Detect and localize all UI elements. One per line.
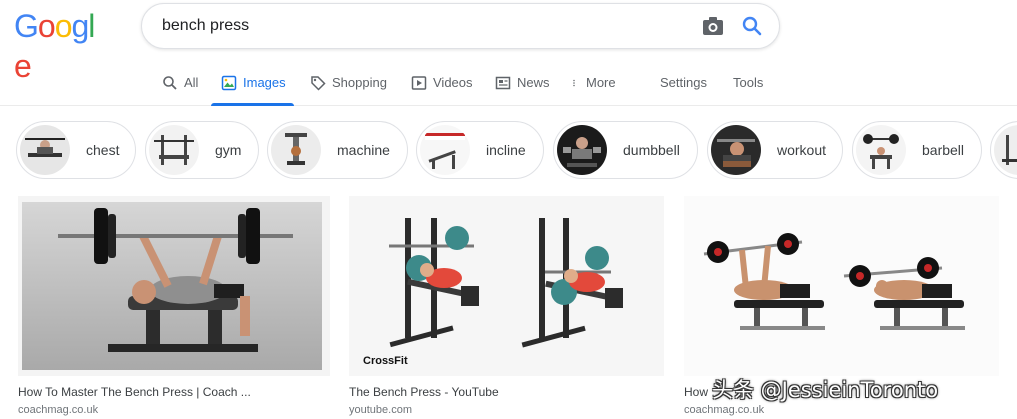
play-icon: [411, 75, 427, 90]
related-chips: chest gym machine incline dumbbell worko…: [0, 121, 1017, 181]
result-source[interactable]: coachmag.co.uk: [18, 404, 330, 416]
search-icon: [163, 75, 177, 90]
chip-thumbnail: [20, 125, 70, 175]
chip-chest[interactable]: chest: [16, 121, 136, 179]
search-box: [141, 3, 780, 49]
chip-thumbnail: [149, 125, 199, 175]
chip-thumbnail: [271, 125, 321, 175]
chip-label: dumbbell: [623, 142, 680, 158]
tab-shopping-label: Shopping: [332, 75, 387, 90]
camera-icon[interactable]: [700, 14, 726, 38]
chip-thumbnail: [557, 125, 607, 175]
news-icon: [495, 76, 511, 89]
google-logo[interactable]: Google: [14, 6, 110, 84]
tab-all-label: All: [184, 75, 199, 90]
tab-news-label: News: [517, 75, 550, 90]
bench-press-photo: [22, 202, 322, 370]
bench-press-illustration: CrossFit: [349, 196, 664, 376]
chip-label: workout: [777, 142, 827, 158]
search-tabs: All Images Shopping Videos News More Set…: [0, 60, 1017, 106]
tab-images-label: Images: [243, 75, 286, 90]
tab-more-label: More: [586, 75, 616, 90]
image-result[interactable]: How To Master The Bench Press | Coach ..…: [18, 196, 330, 416]
tag-icon: [311, 75, 326, 91]
image-icon: [221, 75, 237, 90]
result-source[interactable]: youtube.com: [349, 404, 664, 416]
tab-videos[interactable]: Videos: [411, 60, 473, 105]
chip-label: machine: [337, 142, 390, 158]
chip-incline[interactable]: incline: [416, 121, 544, 179]
image-result[interactable]: CrossFit The Bench Press - YouTube youtu…: [349, 196, 664, 416]
tab-videos-label: Videos: [433, 75, 473, 90]
chip-label: incline: [486, 142, 526, 158]
chip-label: barbell: [922, 142, 965, 158]
chip-gym[interactable]: gym: [145, 121, 259, 179]
chip-partial[interactable]: [990, 121, 1017, 179]
watermark: 头条 @JessieinToronto: [712, 378, 939, 402]
chip-workout[interactable]: workout: [707, 121, 843, 179]
chip-dumbbell[interactable]: dumbbell: [553, 121, 698, 179]
chip-barbell[interactable]: barbell: [852, 121, 982, 179]
tab-images[interactable]: Images: [211, 60, 294, 106]
chip-thumbnail: [711, 125, 761, 175]
search-icon[interactable]: [740, 14, 764, 38]
result-image[interactable]: [684, 196, 999, 376]
more-vert-icon: [573, 79, 575, 86]
crossfit-logo-text: CrossFit: [363, 355, 408, 367]
chip-thumbnail: [856, 125, 906, 175]
tab-settings-label: Settings: [660, 75, 707, 90]
bench-press-steps-photo: [684, 196, 999, 376]
search-input[interactable]: [162, 4, 702, 48]
result-title[interactable]: How To Master The Bench Press | Coach ..…: [18, 385, 330, 401]
tab-more[interactable]: More: [572, 60, 616, 105]
chip-machine[interactable]: machine: [267, 121, 408, 179]
chip-thumbnail: [994, 125, 1017, 175]
result-source[interactable]: coachmag.co.uk: [684, 404, 999, 416]
chip-label: gym: [215, 142, 242, 158]
tab-shopping[interactable]: Shopping: [310, 60, 387, 105]
result-title[interactable]: The Bench Press - YouTube: [349, 385, 664, 401]
result-image[interactable]: [18, 196, 330, 376]
tab-tools-label: Tools: [733, 75, 764, 90]
result-image[interactable]: CrossFit: [349, 196, 664, 376]
chip-label: chest: [86, 142, 120, 158]
chip-thumbnail: [420, 125, 470, 175]
tab-news[interactable]: News: [495, 60, 550, 105]
tab-all[interactable]: All: [162, 60, 198, 105]
tab-settings[interactable]: Settings: [660, 60, 707, 105]
tab-tools[interactable]: Tools: [733, 60, 763, 105]
